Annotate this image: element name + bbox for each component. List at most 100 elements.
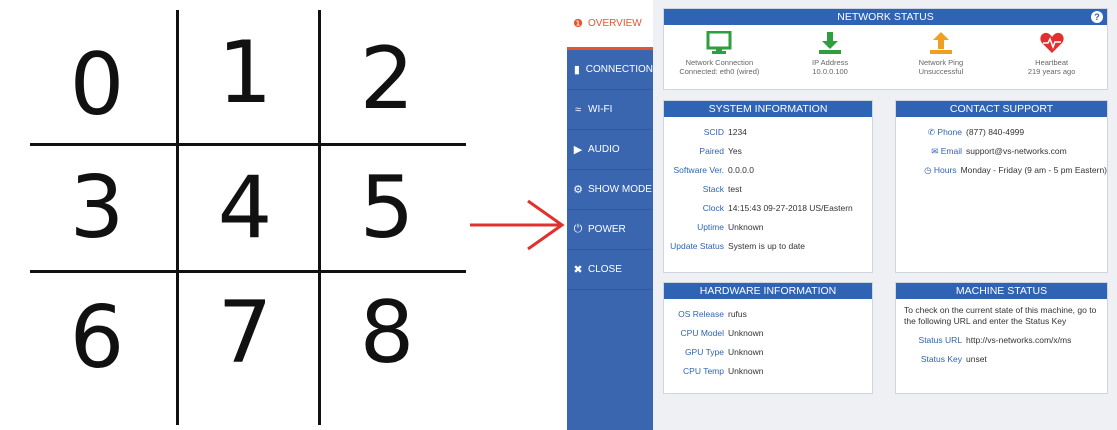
sidebar-item-power[interactable]: ⏻ POWER xyxy=(567,210,653,250)
hardware-information-panel: HARDWARE INFORMATION OS Release rufus CPU… xyxy=(663,282,873,394)
monitor-icon xyxy=(706,31,732,54)
status-value: Connected: eth0 (wired) xyxy=(679,67,760,76)
status-label: Network Ping xyxy=(918,58,964,67)
info-key: Update Status xyxy=(670,241,724,251)
status-key-value: unset xyxy=(966,354,987,364)
status-url-link[interactable]: http://vs-networks.com/x/ms xyxy=(966,331,1071,350)
arrow-right-icon xyxy=(470,199,565,251)
info-key: CPU Temp xyxy=(683,366,724,376)
sidebar-item-connection[interactable]: ▮ CONNECTION xyxy=(567,50,653,90)
contact-key: ◷ Hours xyxy=(896,161,961,180)
info-key: Uptime xyxy=(697,222,724,232)
info-row-paired: Paired Yes xyxy=(664,142,872,161)
info-row-gpu-type: GPU Type Unknown xyxy=(664,343,872,362)
digit-5: 5 xyxy=(359,158,415,258)
info-key: Clock xyxy=(702,203,724,213)
panel-title-text: NETWORK STATUS xyxy=(837,11,934,23)
sidebar: ❶ OVERVIEW ▮ CONNECTION ≈ WI-FI ▶ AUDIO … xyxy=(567,0,653,430)
panel-title: NETWORK STATUS ? xyxy=(664,9,1107,25)
contact-key-label: Hours xyxy=(933,165,957,175)
info-value: rufus xyxy=(728,309,747,319)
info-key: Paired xyxy=(699,146,724,156)
grid-line-horizontal-1 xyxy=(30,143,466,146)
digit-2: 2 xyxy=(359,29,415,129)
panel-title: CONTACT SUPPORT xyxy=(896,101,1107,117)
sidebar-item-label: WI-FI xyxy=(588,104,613,115)
upload-icon xyxy=(929,32,952,54)
status-label: IP Address xyxy=(812,58,849,67)
contact-row-email: ✉ Email support@vs-networks.com xyxy=(896,142,1107,161)
info-row-cpu-temp: CPU Temp Unknown xyxy=(664,362,872,381)
phone-number[interactable]: (877) 840-4999 xyxy=(966,123,1024,142)
status-value: Unsuccessful xyxy=(918,67,964,76)
digit-0: 0 xyxy=(69,35,125,135)
status-value: 219 years ago xyxy=(1027,67,1076,76)
info-row-scid: SCID 1234 xyxy=(664,123,872,142)
info-value: Unknown xyxy=(728,366,764,376)
status-heartbeat: Heartbeat 219 years ago xyxy=(1002,31,1102,76)
info-value: test xyxy=(728,184,742,194)
digit-8: 8 xyxy=(359,283,415,383)
email-link[interactable]: support@vs-networks.com xyxy=(966,142,1067,161)
system-information-panel: SYSTEM INFORMATION SCID 1234 Paired Yes So… xyxy=(663,100,873,273)
machine-row-status-key: Status Key unset xyxy=(896,350,1107,369)
number-grid: 0 1 2 3 4 5 6 7 8 xyxy=(0,0,470,430)
sidebar-item-label: AUDIO xyxy=(588,144,620,155)
speaker-icon: ▶ xyxy=(573,144,583,156)
info-value: 0.0.0.0 xyxy=(728,165,754,175)
info-key: GPU Type xyxy=(684,347,724,357)
status-network-ping: Network Ping Unsuccessful xyxy=(891,31,991,76)
digit-6: 6 xyxy=(69,288,125,388)
clock-icon: ◷ xyxy=(924,165,934,175)
contact-row-hours: ◷ Hours Monday - Friday (9 am - 5 pm Eas… xyxy=(896,161,1107,180)
contact-key-label: Email xyxy=(940,146,962,156)
panel-title: HARDWARE INFORMATION xyxy=(664,283,872,299)
info-value: 14:15:43 09-27-2018 US/Eastern xyxy=(728,203,853,213)
digit-1: 1 xyxy=(217,23,273,123)
download-icon xyxy=(819,32,842,54)
sidebar-item-label: CONNECTION xyxy=(585,64,653,75)
digit-7: 7 xyxy=(217,283,273,383)
info-row-stack: Stack test xyxy=(664,180,872,199)
close-circle-icon: ✖ xyxy=(573,264,583,276)
sidebar-item-label: SHOW MODE xyxy=(588,184,652,195)
info-value: Unknown xyxy=(728,347,764,357)
sidebar-item-wifi[interactable]: ≈ WI-FI xyxy=(567,90,653,130)
info-row-cpu-model: CPU Model Unknown xyxy=(664,324,872,343)
status-app-window: ❶ OVERVIEW ▮ CONNECTION ≈ WI-FI ▶ AUDIO … xyxy=(567,0,1117,430)
digit-3: 3 xyxy=(69,158,125,258)
sidebar-item-overview[interactable]: ❶ OVERVIEW xyxy=(567,0,653,50)
phone-icon: ✆ xyxy=(927,127,938,137)
heart-icon xyxy=(1039,32,1064,53)
info-row-update-status: Update Status System is up to date xyxy=(664,237,872,256)
info-key: SCID xyxy=(703,127,724,137)
contact-key-label: Phone xyxy=(937,127,962,137)
sidebar-item-label: POWER xyxy=(588,224,626,235)
info-value: Unknown xyxy=(728,328,764,338)
status-label: Heartbeat xyxy=(1035,58,1069,67)
panel-title: SYSTEM INFORMATION xyxy=(664,101,872,117)
hours-value: Monday - Friday (9 am - 5 pm Eastern) xyxy=(960,165,1107,175)
info-key: CPU Model xyxy=(680,328,724,338)
contact-support-panel: CONTACT SUPPORT ✆ Phone (877) 840-4999 ✉… xyxy=(895,100,1108,273)
panel-title: MACHINE STATUS xyxy=(896,283,1107,299)
machine-status-description: To check on the current state of this ma… xyxy=(904,305,1097,326)
info-value: 1234 xyxy=(728,127,747,137)
info-row-os-release: OS Release rufus xyxy=(664,305,872,324)
envelope-icon: ✉ xyxy=(931,146,941,156)
machine-key: Status URL xyxy=(918,335,962,345)
status-ip-address: IP Address 10.0.0.100 xyxy=(780,31,880,76)
grid-line-horizontal-2 xyxy=(30,270,466,273)
status-label: Network Connection xyxy=(685,58,754,67)
contact-key: ✆ Phone xyxy=(896,123,966,142)
sidebar-item-show-mode[interactable]: ⚙ SHOW MODE xyxy=(567,170,653,210)
sidebar-item-close[interactable]: ✖ CLOSE xyxy=(567,250,653,290)
sidebar-item-audio[interactable]: ▶ AUDIO xyxy=(567,130,653,170)
machine-row-status-url: Status URL http://vs-networks.com/x/ms xyxy=(896,331,1107,350)
network-status-panel: NETWORK STATUS ? Network Connection Conn… xyxy=(663,8,1108,90)
power-icon: ⏻ xyxy=(573,223,583,235)
info-key: Software Ver. xyxy=(673,165,724,175)
contact-row-phone: ✆ Phone (877) 840-4999 xyxy=(896,123,1107,142)
info-value: Yes xyxy=(728,146,742,156)
help-icon[interactable]: ? xyxy=(1091,11,1103,23)
